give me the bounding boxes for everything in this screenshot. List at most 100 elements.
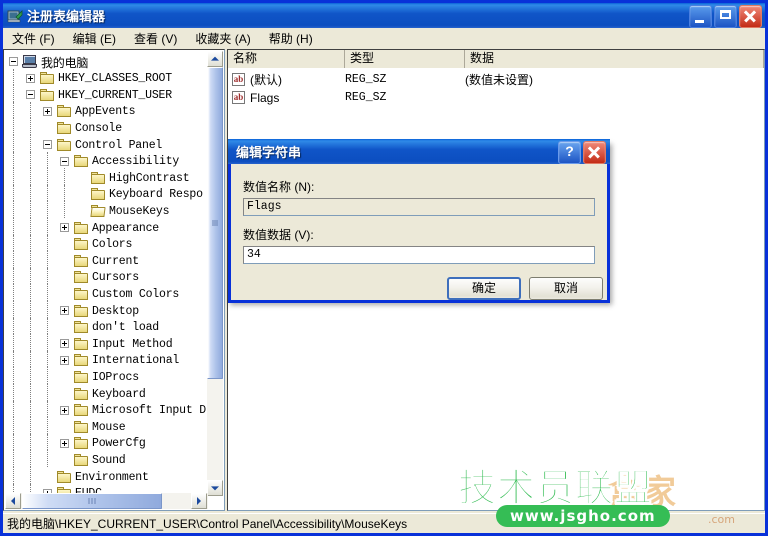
tree-connector [47, 184, 48, 202]
tree-hscroll-thumb[interactable] [22, 493, 162, 509]
tree-connector [47, 367, 48, 384]
tree-connector [13, 301, 14, 318]
tree-connector [13, 68, 14, 86]
dialog-title: 编辑字符串 [236, 145, 302, 160]
tree-scroll-right-button[interactable] [191, 493, 207, 509]
tree-node[interactable]: Desktop [73, 303, 139, 319]
tree-node-selected[interactable]: MouseKeys [90, 203, 170, 219]
ok-button[interactable]: 确定 [447, 277, 521, 300]
tree-node[interactable]: HighContrast [90, 170, 190, 186]
tree-node[interactable]: Keyboard Respo [90, 187, 203, 203]
window-title: 注册表编辑器 [27, 9, 106, 24]
list-column-header-0[interactable]: 名称 [228, 50, 345, 68]
value-name-input[interactable]: Flags [243, 198, 595, 216]
list-row[interactable]: ab Flags REG_SZ [228, 89, 764, 106]
dialog-close-button[interactable] [583, 141, 606, 164]
tree-node[interactable]: Accessibility [73, 154, 179, 170]
tree-node[interactable]: Environment [56, 469, 149, 485]
tree-expand-button[interactable] [60, 339, 69, 349]
list-column-header-2[interactable]: 数据 [465, 50, 764, 68]
tree-node[interactable]: Mouse [73, 419, 126, 435]
folder-icon [73, 387, 89, 401]
tree-expand-button[interactable] [60, 438, 69, 448]
registry-tree-pane[interactable]: 我的电脑 HKEY_CLASSES_ROOT HKEY_CURRENT_USER Ap… [3, 49, 225, 511]
tree-node[interactable]: Keyboard [73, 386, 146, 402]
tree-node[interactable]: Input Method [73, 336, 173, 352]
tree-node-label: HighContrast [109, 171, 190, 185]
tree-connector [47, 267, 48, 285]
tree-node[interactable]: AppEvents [56, 104, 136, 120]
tree-connector [30, 118, 31, 135]
registry-tree[interactable]: 我的电脑 HKEY_CLASSES_ROOT HKEY_CURRENT_USER Ap… [4, 50, 209, 493]
list-column-header-1[interactable]: 类型 [345, 50, 465, 68]
value-data-input[interactable]: 34 [243, 246, 595, 264]
minimize-button[interactable] [689, 5, 712, 28]
tree-connector [13, 118, 14, 135]
tree-node[interactable]: PowerCfg [73, 436, 146, 452]
tree-collapse-button[interactable] [26, 90, 35, 100]
tree-node-label: Microsoft Input D [92, 404, 206, 418]
folder-icon [73, 287, 89, 301]
tree-node[interactable]: Control Panel [56, 137, 162, 153]
dialog-help-button[interactable] [558, 141, 581, 164]
tree-expand-button[interactable] [60, 405, 69, 415]
tree-connector [13, 400, 14, 418]
tree-node[interactable]: Custom Colors [73, 286, 179, 302]
tree-connector [47, 234, 48, 252]
tree-node-label: Sound [92, 453, 126, 467]
tree-expand-button[interactable] [26, 73, 35, 83]
cancel-button[interactable]: 取消 [529, 277, 603, 300]
tree-collapse-button[interactable] [9, 57, 18, 66]
menu-help[interactable]: 帮助 (H) [260, 28, 322, 49]
tree-expand-button[interactable] [60, 306, 69, 315]
tree-expand-button[interactable] [60, 355, 69, 365]
tree-connector [30, 267, 31, 285]
menu-file[interactable]: 文件 (F) [3, 28, 64, 49]
tree-node-label: Custom Colors [92, 287, 180, 301]
menu-favorites[interactable]: 收藏夹 (A) [186, 28, 259, 49]
tree-node[interactable]: EUDC [56, 486, 102, 493]
tree-node-label: Appearance [92, 221, 160, 235]
menu-edit[interactable]: 编辑 (E) [64, 28, 125, 49]
tree-node[interactable]: Colors [73, 237, 132, 253]
tree-scroll-down-button[interactable] [207, 480, 223, 496]
tree-vertical-scrollbar[interactable] [207, 51, 223, 496]
tree-expand-button[interactable] [60, 223, 69, 232]
tree-node[interactable]: Microsoft Input D [73, 403, 206, 419]
tree-collapse-button[interactable] [60, 156, 69, 166]
tree-connector [13, 135, 14, 152]
folder-icon [90, 188, 106, 201]
tree-node[interactable]: HKEY_CURRENT_USER [39, 87, 172, 103]
tree-vscroll-thumb[interactable] [207, 67, 223, 379]
tree-scroll-up-button[interactable] [207, 51, 223, 67]
list-row[interactable]: ab (默认) REG_SZ (数值未设置) [228, 71, 764, 88]
tree-connector [47, 201, 48, 218]
tree-scroll-left-button[interactable] [5, 493, 21, 509]
tree-node-label: Current [92, 254, 139, 268]
folder-icon [56, 105, 72, 118]
tree-node[interactable]: don't load [73, 320, 159, 336]
tree-node[interactable]: Cursors [73, 270, 139, 286]
value-data-label: 数值数据 (V): [243, 228, 314, 242]
tree-node[interactable]: Sound [73, 452, 126, 468]
folder-icon [39, 72, 55, 85]
close-button[interactable] [739, 5, 762, 28]
tree-horizontal-scrollbar[interactable] [5, 493, 208, 509]
tree-expand-button[interactable] [43, 106, 52, 116]
maximize-button[interactable] [714, 5, 737, 28]
tree-collapse-button[interactable] [43, 140, 52, 149]
tree-connector [30, 467, 31, 484]
tree-node[interactable]: 我的电脑 [22, 54, 88, 70]
tree-connector [30, 168, 31, 185]
tree-node[interactable]: International [73, 353, 179, 369]
tree-node[interactable]: IOProcs [73, 369, 139, 385]
menu-view[interactable]: 查看 (V) [125, 28, 186, 49]
tree-node[interactable]: Current [73, 253, 139, 269]
tree-node[interactable]: HKEY_CLASSES_ROOT [39, 71, 172, 87]
tree-connector [30, 417, 31, 434]
tree-node[interactable]: Console [56, 120, 122, 136]
tree-node[interactable]: Appearance [73, 220, 159, 236]
tree-connector [13, 350, 14, 368]
tree-node-label: Accessibility [92, 155, 180, 169]
tree-connector [30, 350, 31, 368]
